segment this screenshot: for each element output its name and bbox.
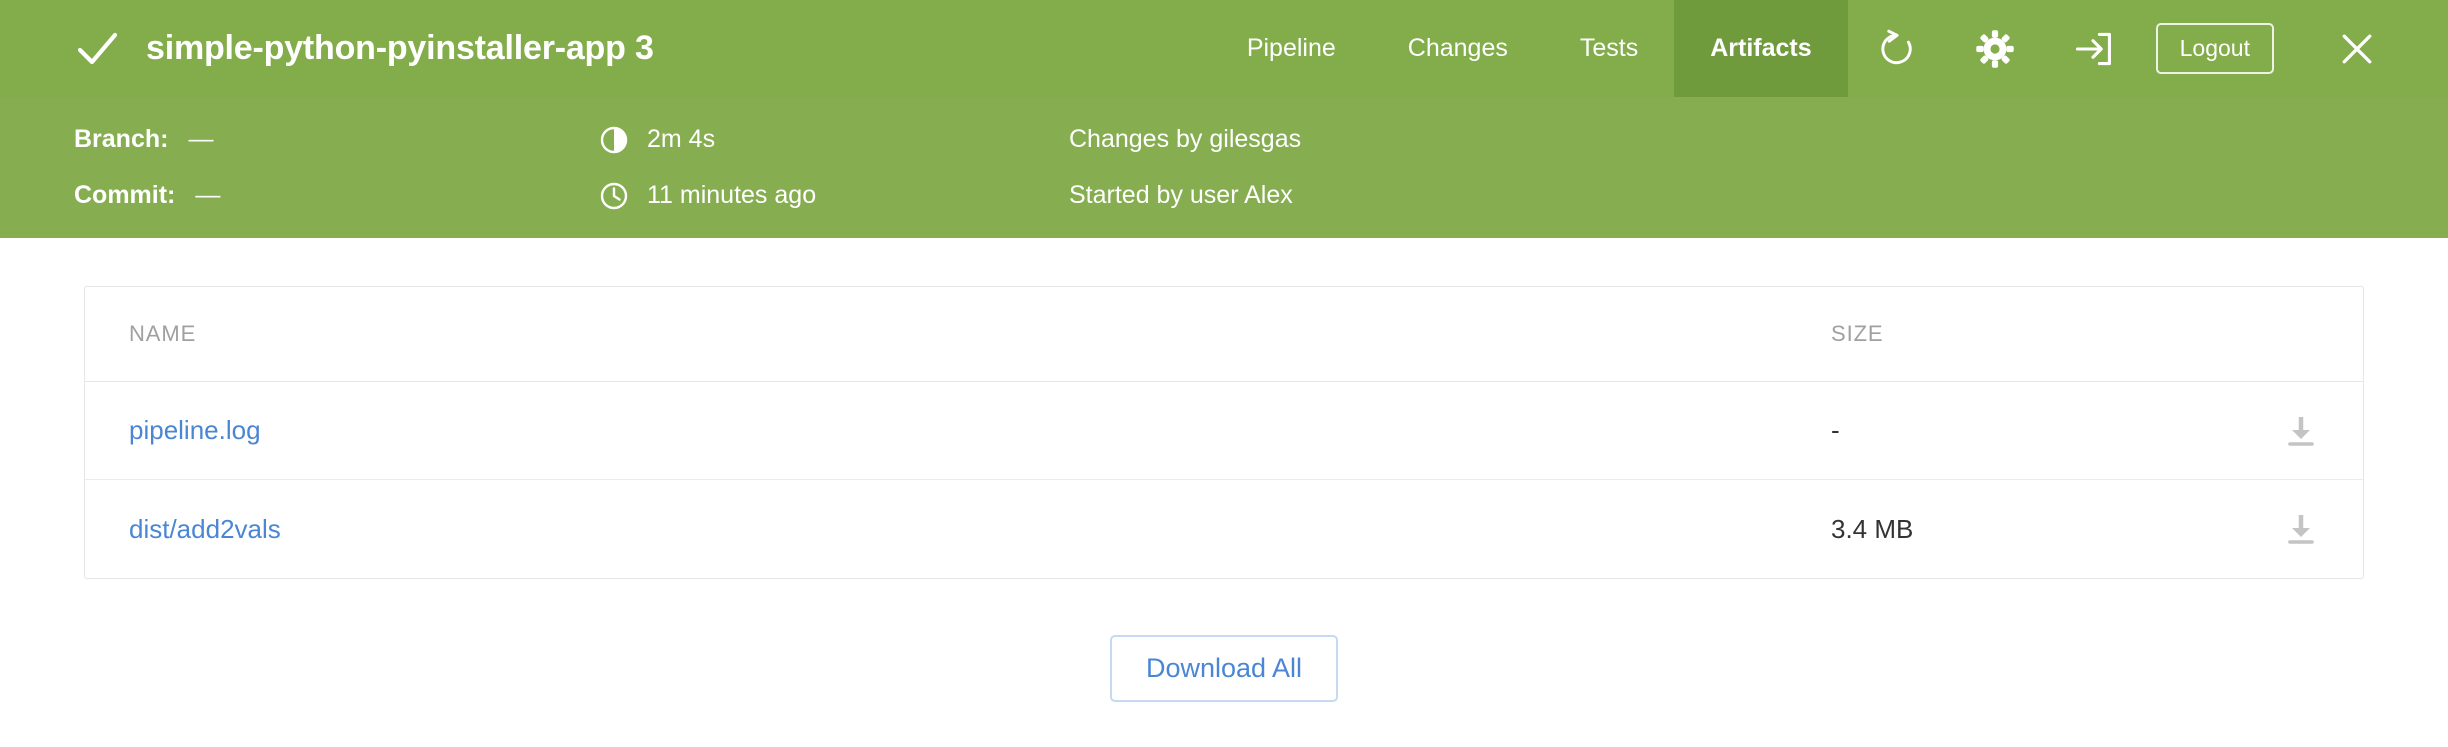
close-icon[interactable] — [2334, 26, 2380, 72]
meta-row-changes-by: Changes by gilesgas — [1069, 112, 1669, 168]
artifact-size-cell: - — [1831, 415, 2199, 446]
tab-artifacts[interactable]: Artifacts — [1674, 0, 1847, 97]
branch-label: Branch: — [74, 125, 168, 154]
header-spacer — [654, 0, 1211, 97]
app-header: simple-python-pyinstaller-app 3 Pipeline… — [0, 0, 2448, 97]
meta-column-authors: Changes by gilesgas Started by user Alex — [1069, 112, 1669, 224]
duration-value: 2m 4s — [647, 125, 715, 154]
artifact-download-cell — [2199, 511, 2319, 547]
replay-icon-glyph — [1876, 28, 1918, 70]
artifact-name-cell: pipeline.log — [129, 415, 1831, 446]
table-row: pipeline.log - — [85, 382, 2363, 480]
meta-row-branch: Branch: — — [74, 112, 599, 168]
artifact-name-cell: dist/add2vals — [129, 514, 1831, 545]
meta-row-started-by: Started by user Alex — [1069, 168, 1669, 224]
duration-icon — [599, 125, 629, 155]
download-icon[interactable] — [2283, 511, 2319, 547]
commit-value: — — [195, 181, 220, 210]
artifacts-table-header: NAME SIZE — [85, 287, 2363, 382]
meta-column-timing: 2m 4s 11 minutes ago — [599, 112, 1069, 224]
started-by-text: Started by user Alex — [1069, 181, 1293, 210]
meta-column-scm: Branch: — Commit: — — [74, 112, 599, 224]
meta-row-duration: 2m 4s — [599, 112, 1069, 168]
time-value: 11 minutes ago — [647, 181, 816, 210]
branch-value: — — [188, 125, 213, 154]
artifact-link[interactable]: dist/add2vals — [129, 514, 281, 544]
run-meta-bar: Branch: — Commit: — 2m 4s 11 minutes ago… — [0, 97, 2448, 238]
sign-in-icon[interactable] — [2070, 26, 2116, 72]
replay-icon[interactable] — [1874, 26, 1920, 72]
artifact-size-cell: 3.4 MB — [1831, 514, 2199, 545]
meta-row-commit: Commit: — — [74, 168, 599, 224]
artifacts-table: NAME SIZE pipeline.log - dist/add2vals 3… — [84, 286, 2364, 579]
page-title: simple-python-pyinstaller-app 3 — [146, 29, 654, 68]
meta-row-time: 11 minutes ago — [599, 168, 1069, 224]
header-actions: Logout — [1848, 0, 2448, 97]
download-all-button[interactable]: Download All — [1110, 635, 1338, 702]
artifact-download-cell — [2199, 413, 2319, 449]
check-icon — [74, 26, 120, 72]
logout-button[interactable]: Logout — [2156, 23, 2274, 74]
clock-icon — [599, 181, 629, 211]
download-icon[interactable] — [2283, 413, 2319, 449]
gear-icon-glyph — [1974, 28, 2016, 70]
column-header-size: SIZE — [1831, 321, 2199, 347]
close-icon-glyph — [2336, 28, 2378, 70]
commit-label: Commit: — [74, 181, 175, 210]
table-row: dist/add2vals 3.4 MB — [85, 480, 2363, 578]
column-header-name: NAME — [129, 321, 1831, 347]
header-tabs: Pipeline Changes Tests Artifacts — [1211, 0, 1848, 97]
table-footer-actions: Download All — [84, 579, 2364, 702]
header-left-group: simple-python-pyinstaller-app 3 — [0, 0, 654, 97]
changes-by-text: Changes by gilesgas — [1069, 125, 1301, 154]
tab-changes[interactable]: Changes — [1372, 0, 1544, 97]
gear-icon[interactable] — [1972, 26, 2018, 72]
artifact-link[interactable]: pipeline.log — [129, 415, 261, 445]
tab-pipeline[interactable]: Pipeline — [1211, 0, 1372, 97]
main-content: NAME SIZE pipeline.log - dist/add2vals 3… — [0, 238, 2448, 702]
sign-in-icon-glyph — [2072, 28, 2114, 70]
tab-tests[interactable]: Tests — [1544, 0, 1674, 97]
